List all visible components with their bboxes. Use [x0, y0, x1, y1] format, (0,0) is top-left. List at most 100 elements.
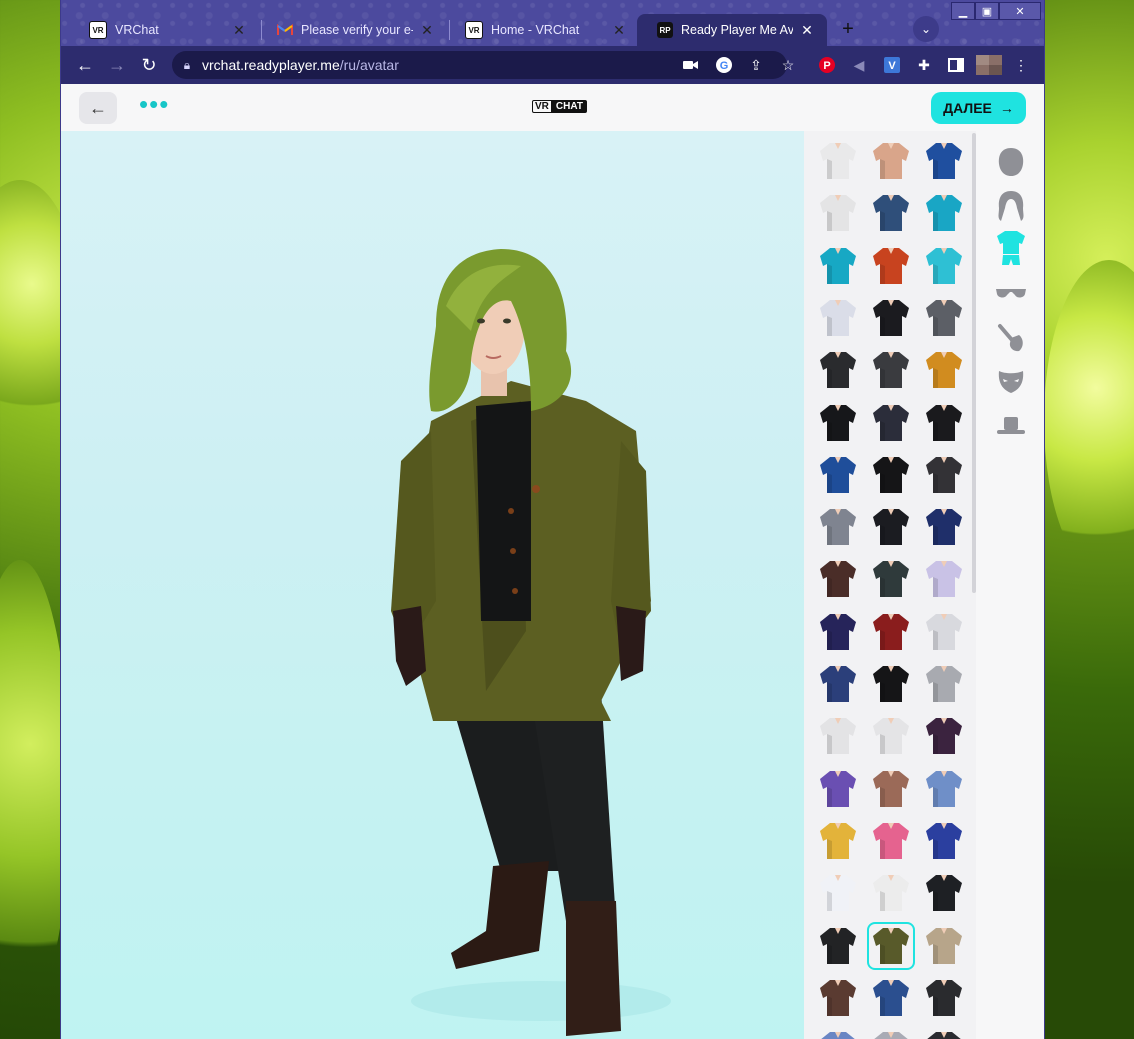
share-icon[interactable]: ⇪: [746, 55, 766, 75]
outfit-thumbnail[interactable]: [922, 557, 966, 601]
tab-gmail[interactable]: Please verify your e-ma ✕: [257, 14, 447, 46]
wallpaper-decoration: [0, 560, 70, 1020]
outfit-thumbnail[interactable]: [816, 557, 860, 601]
back-button[interactable]: ←: [79, 92, 117, 124]
minimize-icon[interactable]: ▁: [951, 2, 975, 20]
outfit-thumbnail[interactable]: [816, 1028, 860, 1039]
extensions-puzzle-icon[interactable]: ✚: [914, 55, 934, 75]
mute-icon[interactable]: ◀: [849, 55, 869, 75]
logo-vr-text: VR: [532, 99, 552, 113]
outfit-thumbnail[interactable]: [816, 296, 860, 340]
pinterest-icon[interactable]: P: [817, 55, 837, 75]
outfit-thumbnail[interactable]: [869, 819, 913, 863]
outfit-thumbnail[interactable]: [869, 610, 913, 654]
outfit-thumbnail[interactable]: [922, 610, 966, 654]
outfit-thumbnail[interactable]: [869, 191, 913, 235]
logo-chat-text: CHAT: [551, 99, 587, 113]
maximize-icon[interactable]: ▣: [975, 2, 999, 20]
outfit-thumbnail[interactable]: [816, 348, 860, 392]
outfit-thumbnail[interactable]: [816, 505, 860, 549]
outfit-thumbnail[interactable]: [922, 191, 966, 235]
outfit-thumbnail[interactable]: [922, 871, 966, 915]
outfit-thumbnail[interactable]: [816, 191, 860, 235]
next-button[interactable]: ДАЛЕЕ →: [931, 92, 1026, 124]
profile-avatar[interactable]: [975, 55, 1003, 75]
outfit-thumbnail[interactable]: [869, 296, 913, 340]
outfit-thumbnail[interactable]: [816, 401, 860, 445]
more-menu-button[interactable]: •••: [139, 91, 169, 117]
outfit-thumbnail[interactable]: [816, 871, 860, 915]
reload-icon[interactable]: ↻: [137, 53, 161, 77]
outfit-thumbnail[interactable]: [922, 348, 966, 392]
avatar-3d-viewport[interactable]: [61, 131, 804, 1039]
outfit-thumbnail[interactable]: [869, 924, 913, 968]
tab-vrchat[interactable]: VR VRChat ✕: [69, 14, 259, 46]
close-icon[interactable]: ✕: [799, 22, 815, 39]
close-icon[interactable]: ✕: [611, 22, 627, 39]
new-tab-button[interactable]: +: [836, 18, 860, 41]
vrchat-logo: VR CHAT: [532, 97, 587, 115]
outfit-thumbnail[interactable]: [869, 714, 913, 758]
close-icon[interactable]: ✕: [231, 22, 247, 39]
category-hair[interactable]: [994, 189, 1028, 223]
outfit-thumbnail[interactable]: [922, 244, 966, 288]
browser-toolbar: ← → ↻ 🔒︎ vrchat.readyplayer.me/ru/avatar…: [61, 46, 1044, 84]
category-face[interactable]: [994, 145, 1028, 179]
tab-readyplayerme[interactable]: RP Ready Player Me Avata ✕: [637, 14, 827, 46]
outfit-thumbnail[interactable]: [869, 139, 913, 183]
outfit-thumbnail[interactable]: [922, 662, 966, 706]
outfit-thumbnail[interactable]: [869, 244, 913, 288]
category-makeup[interactable]: [994, 321, 1028, 355]
outfit-thumbnail[interactable]: [922, 1028, 966, 1039]
url-text: vrchat.readyplayer.me/ru/avatar: [202, 57, 399, 73]
outfit-thumbnail[interactable]: [922, 924, 966, 968]
bookmark-star-icon[interactable]: ☆: [778, 55, 798, 75]
outfit-thumbnail[interactable]: [922, 139, 966, 183]
outfit-thumbnail[interactable]: [869, 453, 913, 497]
category-facewear[interactable]: [994, 365, 1028, 399]
brush-icon: [998, 324, 1023, 352]
outfit-thumbnail[interactable]: [869, 505, 913, 549]
category-headwear[interactable]: [994, 409, 1028, 443]
close-icon[interactable]: ✕: [419, 22, 435, 39]
browser-menu-icon[interactable]: ⋮: [1011, 55, 1031, 75]
outfit-thumbnail[interactable]: [869, 871, 913, 915]
outfit-thumbnail[interactable]: [922, 453, 966, 497]
forward-arrow-icon[interactable]: →: [105, 53, 129, 77]
outfit-thumbnail[interactable]: [816, 924, 860, 968]
outfit-thumbnail[interactable]: [816, 244, 860, 288]
category-glasses[interactable]: [994, 277, 1028, 311]
outfit-thumbnail[interactable]: [869, 662, 913, 706]
outfit-thumbnail[interactable]: [816, 714, 860, 758]
outfit-thumbnail[interactable]: [816, 139, 860, 183]
outfit-thumbnail[interactable]: [869, 401, 913, 445]
camera-icon[interactable]: [681, 55, 701, 75]
tab-search-icon[interactable]: ⌄: [913, 16, 939, 42]
outfit-thumbnail[interactable]: [922, 401, 966, 445]
side-panel-icon[interactable]: [946, 55, 966, 75]
outfit-thumbnail[interactable]: [816, 662, 860, 706]
category-outfit[interactable]: [994, 231, 1028, 265]
window-close-icon[interactable]: ✕: [999, 2, 1041, 20]
extension-v-icon[interactable]: V: [882, 55, 902, 75]
outfit-thumbnail[interactable]: [869, 348, 913, 392]
outfit-thumbnail[interactable]: [816, 819, 860, 863]
outfit-thumbnail[interactable]: [922, 714, 966, 758]
outfit-thumbnail[interactable]: [922, 819, 966, 863]
outfit-thumbnail[interactable]: [869, 767, 913, 811]
outfit-thumbnail[interactable]: [869, 557, 913, 601]
outfit-thumbnail[interactable]: [869, 1028, 913, 1039]
outfit-thumbnail[interactable]: [922, 296, 966, 340]
outfit-thumbnail[interactable]: [816, 453, 860, 497]
outfit-thumbnail[interactable]: [922, 505, 966, 549]
outfit-thumbnail[interactable]: [869, 976, 913, 1020]
outfit-thumbnail[interactable]: [816, 767, 860, 811]
tab-home-vrchat[interactable]: VR Home - VRChat ✕: [445, 14, 639, 46]
back-arrow-icon[interactable]: ←: [73, 53, 97, 77]
google-icon[interactable]: G: [714, 55, 734, 75]
svg-text:P: P: [823, 60, 830, 72]
outfit-thumbnail[interactable]: [816, 976, 860, 1020]
outfit-thumbnail[interactable]: [922, 976, 966, 1020]
outfit-thumbnail[interactable]: [816, 610, 860, 654]
outfit-thumbnail[interactable]: [922, 767, 966, 811]
